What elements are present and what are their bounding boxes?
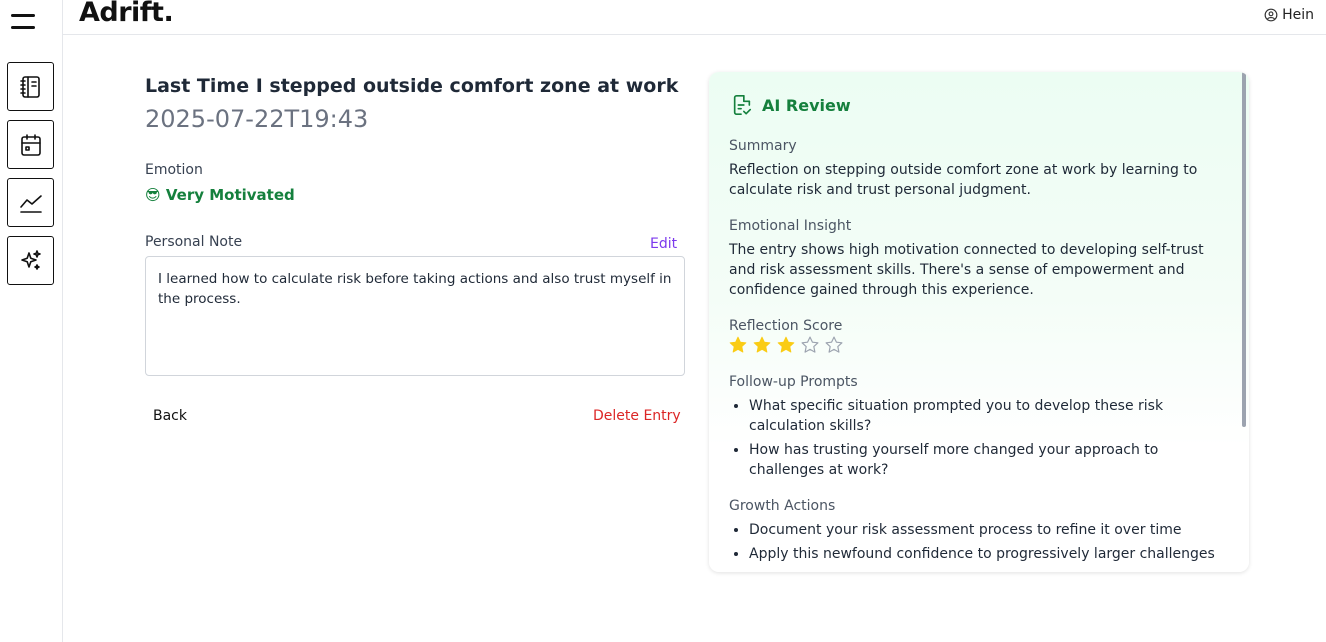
sidebar bbox=[0, 0, 63, 642]
star-filled-icon bbox=[753, 336, 771, 353]
menu-icon[interactable] bbox=[11, 12, 37, 32]
emotion-value: 😎 Very Motivated bbox=[145, 186, 295, 204]
list-item: Document your risk assessment process to… bbox=[749, 520, 1229, 540]
back-button[interactable]: Back bbox=[153, 408, 187, 424]
entry-title: Last Time I stepped outside comfort zone… bbox=[145, 75, 679, 97]
delete-entry-button[interactable]: Delete Entry bbox=[593, 408, 681, 424]
star-filled-icon bbox=[729, 336, 747, 353]
list-item: Apply this newfound confidence to progre… bbox=[749, 544, 1229, 564]
actions-label: Growth Actions bbox=[729, 498, 836, 514]
app-logo[interactable]: Adrift. bbox=[79, 0, 174, 28]
star-empty-icon bbox=[801, 336, 819, 353]
review-scrollbar[interactable] bbox=[1242, 72, 1246, 427]
personal-note: I learned how to calculate risk before t… bbox=[145, 256, 685, 376]
reflection-score-stars bbox=[728, 335, 844, 355]
edit-note-button[interactable]: Edit bbox=[650, 236, 677, 252]
calendar-icon bbox=[20, 133, 41, 156]
sparkles-icon bbox=[20, 249, 41, 270]
top-bar: Adrift. Hein bbox=[63, 0, 1326, 35]
notebook-icon bbox=[19, 75, 40, 98]
emotion-emoji: 😎 bbox=[145, 186, 161, 204]
entry-date: 2025-07-22T19:43 bbox=[145, 105, 369, 133]
note-label: Personal Note bbox=[145, 234, 243, 250]
prompts-label: Follow-up Prompts bbox=[729, 374, 858, 390]
star-filled-icon bbox=[777, 336, 795, 353]
summary-text: Reflection on stepping outside comfort z… bbox=[729, 162, 1198, 198]
insight-text: The entry shows high motivation connecte… bbox=[729, 242, 1204, 298]
sidebar-item-insights[interactable] bbox=[7, 178, 54, 227]
score-label: Reflection Score bbox=[729, 318, 843, 334]
sidebar-item-calendar[interactable] bbox=[7, 120, 54, 169]
prompts-list: What specific situation prompted you to … bbox=[729, 396, 1229, 484]
summary-label: Summary bbox=[729, 138, 797, 154]
sidebar-item-journal[interactable] bbox=[7, 62, 54, 111]
star-empty-icon bbox=[825, 336, 843, 353]
user-name: Hein bbox=[1282, 7, 1314, 23]
insight-label: Emotional Insight bbox=[729, 218, 852, 234]
emotion-label: Emotion bbox=[145, 162, 203, 178]
sidebar-item-ai[interactable] bbox=[7, 236, 54, 285]
list-item: What specific situation prompted you to … bbox=[749, 396, 1229, 436]
ai-review-title: AI Review bbox=[762, 95, 851, 115]
list-item: How has trusting yourself more changed y… bbox=[749, 440, 1229, 480]
user-menu[interactable]: Hein bbox=[1264, 7, 1314, 23]
ai-review-header: AI Review bbox=[731, 94, 851, 116]
chart-line-icon bbox=[19, 194, 42, 213]
actions-list: Document your risk assessment process to… bbox=[729, 520, 1229, 568]
emotion-text: Very Motivated bbox=[165, 186, 295, 204]
user-circle-icon bbox=[1264, 8, 1278, 22]
ai-review-panel: AI Review Summary Reflection on stepping… bbox=[709, 72, 1249, 572]
file-check-icon bbox=[733, 95, 752, 115]
